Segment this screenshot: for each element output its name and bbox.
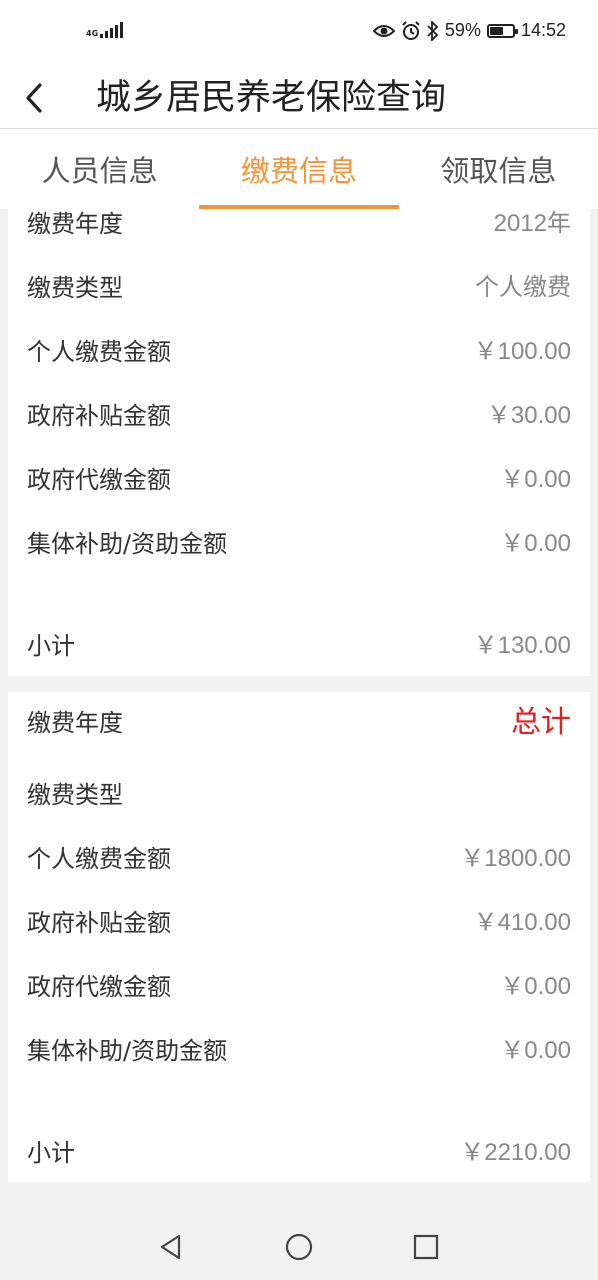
label-subtotal: 小计 (27, 1139, 75, 1167)
label-government-paid: 政府代缴金额 (27, 466, 171, 494)
back-button[interactable] (12, 76, 56, 120)
chevron-left-icon (26, 83, 42, 113)
label-collective-subsidy: 集体补助/资助金额 (27, 1037, 228, 1065)
value-payment-year: 2012年 (493, 210, 571, 237)
value-subtotal: ￥2210.00 (460, 1139, 571, 1166)
payment-total-card: 缴费年度 总计 缴费类型 个人缴费金额 ￥1800.00 政府补贴金额 ￥410… (8, 692, 590, 1182)
page-title: 城乡居民养老保险查询 (96, 78, 447, 118)
tab-payment-info[interactable]: 缴费信息 (199, 129, 399, 209)
row-personal-amount: 个人缴费金额 ￥1800.00 (8, 840, 590, 878)
row-government-paid: 政府代缴金额 ￥0.00 (8, 461, 590, 499)
value-subtotal: ￥130.00 (473, 632, 571, 659)
status-icons: 59% 14:52 (372, 20, 566, 41)
network-type-icon: 4G (86, 29, 98, 38)
circle-home-icon (285, 1233, 313, 1261)
row-payment-type: 缴费类型 (8, 776, 590, 814)
value-government-paid: ￥0.00 (500, 466, 571, 493)
row-collective-subsidy: 集体补助/资助金额 ￥0.00 (8, 525, 590, 563)
row-government-subsidy: 政府补贴金额 ￥410.00 (8, 904, 590, 942)
label-personal-amount: 个人缴费金额 (27, 845, 171, 873)
nav-back-button[interactable] (155, 1231, 187, 1263)
label-subtotal: 小计 (27, 632, 75, 660)
row-payment-year: 缴费年度 2012年 (8, 209, 590, 243)
tab-personnel-info[interactable]: 人员信息 (0, 129, 199, 209)
battery-icon (486, 23, 518, 38)
tab-bar: 人员信息 缴费信息 领取信息 (0, 129, 598, 209)
label-collective-subsidy: 集体补助/资助金额 (27, 530, 228, 558)
status-bar: 4G 59% 14:52 (0, 0, 598, 68)
network-type: 4G (86, 29, 99, 38)
label-payment-year: 缴费年度 (27, 210, 123, 238)
row-subtotal: 小计 ￥130.00 (8, 627, 590, 665)
value-personal-amount: ￥1800.00 (460, 845, 571, 872)
value-collective-subsidy: ￥0.00 (500, 530, 571, 557)
row-government-paid: 政府代缴金额 ￥0.00 (8, 968, 590, 1006)
tab-receipt-info[interactable]: 领取信息 (399, 129, 598, 209)
battery-percent: 59% (444, 20, 481, 40)
label-government-subsidy: 政府补贴金额 (27, 909, 171, 937)
triangle-back-icon (160, 1234, 181, 1260)
signal-bars-icon (100, 22, 124, 38)
row-government-subsidy: 政府补贴金额 ￥30.00 (8, 397, 590, 435)
label-government-subsidy: 政府补贴金额 (27, 402, 171, 430)
label-government-paid: 政府代缴金额 (27, 973, 171, 1001)
label-payment-type: 缴费类型 (27, 781, 123, 809)
payment-records-list[interactable]: 缴费年度 2012年 缴费类型 个人缴费 个人缴费金额 ￥100.00 政府补贴… (0, 209, 598, 1213)
label-payment-year: 缴费年度 (27, 709, 123, 737)
value-government-subsidy: ￥410.00 (473, 909, 571, 936)
value-government-paid: ￥0.00 (500, 973, 571, 1000)
nav-home-button[interactable] (283, 1231, 315, 1263)
row-collective-subsidy: 集体补助/资助金额 ￥0.00 (8, 1032, 590, 1070)
screen: 4G 59% 14:52 城乡居民养老保险查询 人员信息 缴费信息 领取信息 缴… (0, 0, 598, 1280)
row-subtotal: 小计 ￥2210.00 (8, 1134, 590, 1172)
payment-record-card: 缴费年度 2012年 缴费类型 个人缴费 个人缴费金额 ￥100.00 政府补贴… (8, 209, 590, 676)
signal-indicator: 4G (86, 22, 124, 38)
label-payment-type: 缴费类型 (27, 274, 123, 302)
eye-comfort-icon (372, 23, 395, 39)
value-collective-subsidy: ￥0.00 (500, 1037, 571, 1064)
value-total: 总计 (511, 705, 571, 740)
alarm-icon (401, 20, 421, 41)
clock-time: 14:52 (520, 20, 566, 40)
value-personal-amount: ￥100.00 (473, 338, 571, 365)
value-government-subsidy: ￥30.00 (486, 402, 571, 429)
row-personal-amount: 个人缴费金额 ￥100.00 (8, 333, 590, 371)
value-payment-type: 个人缴费 (475, 274, 571, 301)
row-payment-year: 缴费年度 总计 (8, 704, 590, 742)
system-nav-bar (0, 1214, 598, 1280)
label-personal-amount: 个人缴费金额 (27, 338, 171, 366)
bluetooth-icon (427, 20, 439, 41)
nav-recents-button[interactable] (410, 1231, 442, 1263)
row-payment-type: 缴费类型 个人缴费 (8, 269, 590, 307)
app-header: 城乡居民养老保险查询 (0, 68, 598, 129)
square-recents-icon (413, 1234, 439, 1260)
